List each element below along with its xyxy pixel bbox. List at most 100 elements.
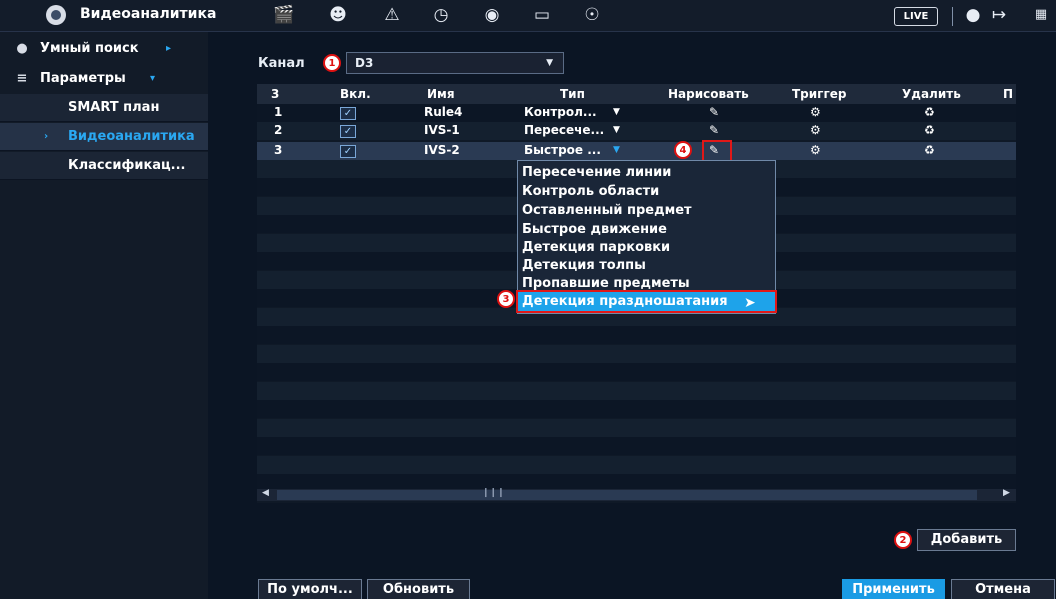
channel-label: Канал: [258, 56, 305, 71]
live-button[interactable]: LIVE: [894, 7, 938, 26]
row-number: 3: [274, 143, 283, 157]
menu-item[interactable]: Детекция толпы: [522, 256, 772, 275]
column-header: Удалить: [902, 87, 961, 101]
table-header: 3 Вкл. Имя Тип Нарисовать Триггер Удалит…: [257, 84, 1016, 104]
logout-icon[interactable]: ↦: [988, 4, 1010, 26]
menu-item[interactable]: Оставленный предмет: [522, 201, 772, 220]
enable-checkbox[interactable]: ✓: [340, 125, 356, 138]
sidebar-item-video-analytics[interactable]: › Видеоаналитика: [0, 123, 208, 151]
cursor-icon: ➤: [744, 295, 756, 311]
apply-button[interactable]: Применить: [842, 579, 945, 599]
step-marker: 4: [674, 141, 692, 159]
trash-icon[interactable]: ♻: [924, 105, 935, 119]
menu-item[interactable]: Детекция парковки: [522, 238, 772, 257]
type-dropdown-menu: Пересечение линии Контроль области Остав…: [516, 160, 777, 314]
rule-name: IVS-1: [424, 123, 460, 137]
trash-icon[interactable]: ♻: [924, 123, 935, 137]
qr-code-icon[interactable]: ▦: [1030, 4, 1052, 26]
top-bar: Видеоаналитика 🎬 ☻ ⚠ ◷ ◉ ▭ ☉ LIVE ● ↦ ▦: [0, 0, 1056, 32]
monitor-icon[interactable]: ▭: [531, 4, 553, 26]
target-icon[interactable]: ◉: [481, 4, 503, 26]
column-header: 3: [271, 87, 280, 101]
rule-type-select[interactable]: Быстрое ...: [524, 143, 601, 157]
empty-row: [257, 345, 1016, 363]
rule-type-select[interactable]: Контрол...: [524, 105, 597, 119]
sidebar-item-parameters[interactable]: ≡ Параметры ▾: [0, 65, 208, 93]
rule-type-select[interactable]: Пересече...: [524, 123, 604, 137]
gear-icon[interactable]: ⚙: [810, 105, 821, 119]
app-logo-icon: [46, 5, 66, 25]
face-icon[interactable]: ☻: [327, 4, 349, 26]
column-header: Тип: [560, 87, 585, 101]
step-marker: 3: [497, 290, 515, 308]
divider: [952, 7, 953, 26]
menu-item[interactable]: Пропавшие предметы: [522, 274, 772, 293]
step-marker: 1: [323, 54, 341, 72]
gear-icon[interactable]: ⚙: [810, 123, 821, 137]
cancel-button[interactable]: Отмена: [951, 579, 1055, 599]
channel-value: D3: [355, 56, 374, 70]
table-row[interactable]: 1 ✓ Rule4 Контрол... ▼ ✎ ⚙ ♻: [257, 104, 1016, 122]
sidebar-item-label: Умный поиск: [40, 41, 139, 56]
search-people-icon: ●: [16, 41, 28, 56]
chevron-right-icon: ›: [44, 131, 49, 142]
sidebar-item-smart-plan[interactable]: SMART план: [0, 94, 208, 122]
empty-row: [257, 400, 1016, 418]
alarm-light-icon[interactable]: ⚠: [381, 4, 403, 26]
menu-item-highlighted[interactable]: Детекция праздношатания: [516, 290, 777, 313]
column-header: Имя: [427, 87, 455, 101]
column-header: Вкл.: [340, 87, 371, 101]
empty-row: [257, 382, 1016, 400]
pencil-icon[interactable]: ✎: [709, 123, 719, 137]
pencil-icon[interactable]: ✎: [709, 105, 719, 119]
sidebar: ● Умный поиск ▸ ≡ Параметры ▾ SMART план…: [0, 32, 208, 599]
default-button[interactable]: По умолч...: [258, 579, 362, 599]
refresh-button[interactable]: Обновить: [367, 579, 470, 599]
chevron-down-icon: ▼: [613, 107, 620, 117]
sidebar-item-label: Параметры: [40, 71, 126, 86]
empty-row: [257, 456, 1016, 474]
row-number: 1: [274, 105, 283, 119]
table-row[interactable]: 2 ✓ IVS-1 Пересече... ▼ ✎ ⚙ ♻: [257, 122, 1016, 140]
scrollbar-thumb[interactable]: [277, 490, 977, 500]
column-header: Нарисовать: [668, 87, 749, 101]
empty-row: [257, 326, 1016, 344]
highlight-box: [702, 140, 732, 162]
add-button[interactable]: Добавить: [917, 529, 1016, 551]
empty-row: [257, 419, 1016, 437]
sidebar-item-label: SMART план: [68, 100, 160, 115]
step-marker: 2: [894, 531, 912, 549]
rule-name: IVS-2: [424, 143, 460, 157]
column-header: П: [1003, 87, 1014, 101]
gear-icon[interactable]: ⚙: [810, 143, 821, 157]
menu-item[interactable]: Пересечение линии: [522, 163, 772, 182]
chevron-down-icon: ▼: [546, 58, 553, 68]
horizontal-scrollbar[interactable]: ◀ ❙❙❙ ▶: [257, 488, 1016, 501]
enable-checkbox[interactable]: ✓: [340, 145, 356, 158]
scroll-left-icon[interactable]: ◀: [262, 488, 269, 498]
enable-checkbox[interactable]: ✓: [340, 107, 356, 120]
sidebar-item-smart-search[interactable]: ● Умный поиск ▸: [0, 35, 208, 63]
sidebar-item-classification[interactable]: Классификац...: [0, 152, 208, 180]
chevron-down-icon: ▼: [613, 125, 620, 135]
chevron-down-icon: ▼: [613, 145, 620, 155]
scroll-right-icon[interactable]: ▶: [1003, 488, 1010, 498]
table-row-selected[interactable]: 3 ✓ IVS-2 Быстрое ... ▼ ✎ ⚙ ♻: [257, 142, 1016, 160]
channel-select[interactable]: D3 ▼: [346, 52, 564, 74]
rule-name: Rule4: [424, 105, 463, 119]
empty-row: [257, 363, 1016, 381]
film-icon[interactable]: 🎬: [273, 4, 295, 26]
menu-item[interactable]: Быстрое движение: [522, 220, 772, 239]
speedometer-icon[interactable]: ◷: [430, 4, 452, 26]
column-header: Триггер: [792, 87, 847, 101]
menu-item[interactable]: Контроль области: [522, 182, 772, 201]
chevron-down-icon: ▾: [150, 73, 156, 84]
speaker-icon[interactable]: ☉: [581, 4, 603, 26]
chevron-right-icon: ▸: [166, 43, 172, 54]
menu-list-icon: ≡: [16, 71, 28, 86]
trash-icon[interactable]: ♻: [924, 143, 935, 157]
user-icon[interactable]: ●: [962, 4, 984, 26]
sidebar-item-label: Классификац...: [68, 158, 186, 173]
empty-row: [257, 437, 1016, 455]
row-number: 2: [274, 123, 283, 137]
